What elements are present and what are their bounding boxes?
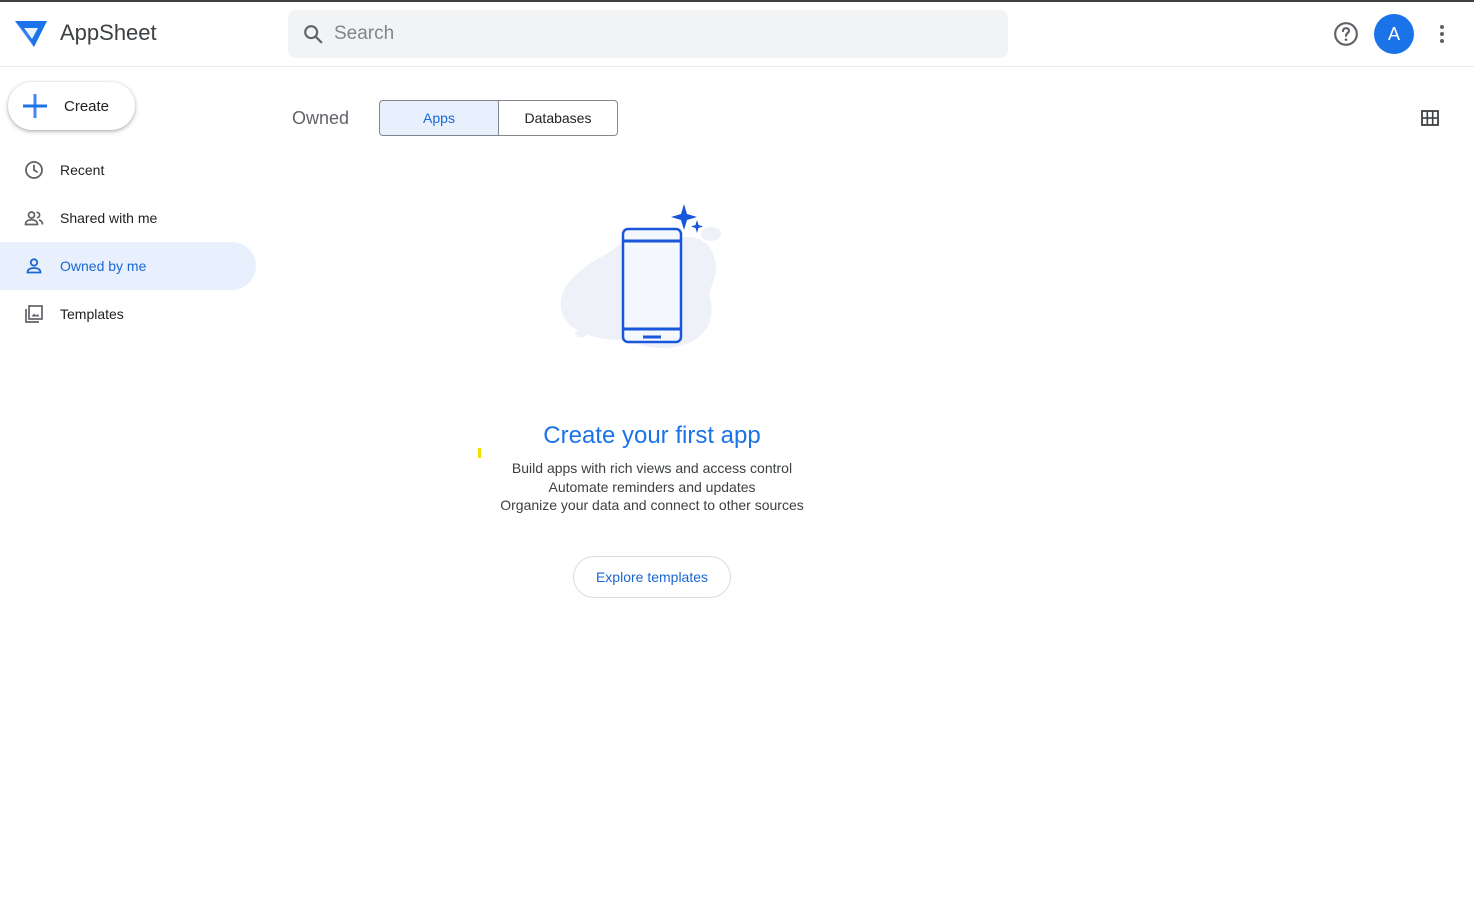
sidebar-item-recent[interactable]: Recent [0,146,256,194]
sidebar-item-label: Templates [60,306,124,322]
tab-databases[interactable]: Databases [498,100,618,136]
phone-illustration [560,204,721,349]
app-header: AppSheet A [0,2,1474,67]
sidebar-item-label: Shared with me [60,210,158,226]
empty-state-line: Build apps with rich views and access co… [511,460,793,476]
sidebar-item-owned-by-me[interactable]: Owned by me [0,242,256,290]
grid-view-icon[interactable] [1420,108,1440,128]
empty-state-line: Organize your data and connect to other … [500,497,804,513]
clock-icon [25,161,43,179]
sidebar-item-label: Recent [60,162,105,178]
sidebar-item-shared[interactable]: Shared with me [0,194,256,242]
search-input[interactable] [334,18,994,50]
empty-state-title: Create your first app [543,422,761,449]
create-button[interactable]: Create [8,82,135,130]
sidebar-item-label: Owned by me [60,258,147,274]
search-bar[interactable] [288,10,1008,58]
person-icon [26,258,42,274]
section-label: Owned [292,108,350,128]
search-icon [304,25,323,44]
sidebar-item-templates[interactable]: Templates [0,290,256,338]
appsheet-logo-icon[interactable] [14,19,48,49]
more-vert-icon[interactable] [1430,22,1454,46]
app-name: AppSheet [60,20,157,45]
help-icon[interactable] [1333,21,1359,47]
create-label: Create [64,98,110,115]
explore-templates-button[interactable]: Explore templates [573,556,731,598]
templates-icon [25,305,43,323]
plus-icon [23,94,47,118]
people-icon [24,211,44,226]
empty-state-line: Automate reminders and updates [548,479,756,495]
tab-apps[interactable]: Apps [379,100,499,136]
account-avatar[interactable]: A [1374,14,1414,54]
